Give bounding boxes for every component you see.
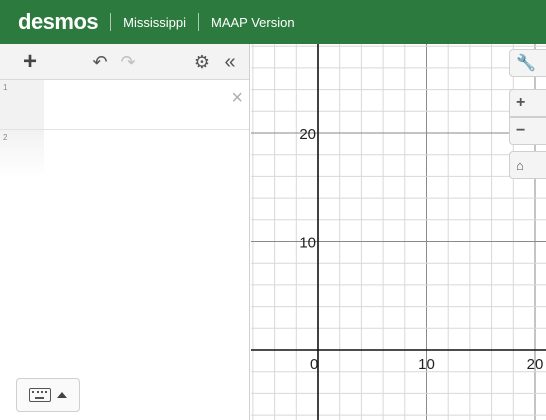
home-icon[interactable]: ⌂ bbox=[509, 151, 546, 179]
collapse-panel-icon[interactable]: « bbox=[218, 44, 242, 80]
header-divider bbox=[198, 13, 199, 31]
zoom-out-button[interactable]: − bbox=[509, 117, 546, 145]
expression-index: 1 bbox=[3, 83, 8, 92]
keyboard-icon bbox=[29, 388, 51, 402]
keypad-toggle-button[interactable] bbox=[16, 378, 80, 412]
breadcrumb-version[interactable]: MAAP Version bbox=[211, 15, 295, 30]
graph-paper[interactable]: 0 10 20 20 10 🔧 + − ⌂ bbox=[251, 44, 546, 420]
x-tick-label: 0 bbox=[310, 356, 318, 373]
redo-icon[interactable]: ↷ bbox=[116, 44, 140, 80]
close-icon[interactable]: × bbox=[231, 88, 243, 108]
caret-up-icon bbox=[57, 392, 67, 398]
header-divider bbox=[110, 13, 112, 31]
add-item-button[interactable]: + bbox=[18, 44, 42, 80]
expression-tab[interactable]: 1 bbox=[0, 80, 44, 129]
y-tick-label: 10 bbox=[299, 235, 316, 252]
grid-canvas[interactable]: 0 10 20 20 10 bbox=[251, 44, 546, 420]
expression-panel: + ↶ ↷ ⚙ « 1 × 2 bbox=[0, 44, 250, 420]
gear-icon[interactable]: ⚙ bbox=[190, 44, 214, 80]
app-header: desmos Mississippi MAAP Version bbox=[0, 0, 546, 44]
expression-toolbar: + ↶ ↷ ⚙ « bbox=[0, 44, 249, 80]
x-tick-label: 20 bbox=[527, 356, 544, 373]
expression-row[interactable]: 1 × bbox=[0, 80, 249, 130]
x-tick-label: 10 bbox=[418, 356, 435, 373]
undo-icon[interactable]: ↶ bbox=[88, 44, 112, 80]
desmos-logo[interactable]: desmos bbox=[18, 9, 99, 35]
expression-row[interactable]: 2 bbox=[0, 130, 249, 178]
y-tick-label: 20 bbox=[299, 126, 316, 143]
expression-index: 2 bbox=[3, 133, 8, 142]
zoom-in-button[interactable]: + bbox=[509, 89, 546, 117]
expression-tab[interactable]: 2 bbox=[0, 130, 44, 178]
wrench-icon[interactable]: 🔧 bbox=[509, 49, 546, 77]
breadcrumb-state[interactable]: Mississippi bbox=[123, 15, 186, 30]
